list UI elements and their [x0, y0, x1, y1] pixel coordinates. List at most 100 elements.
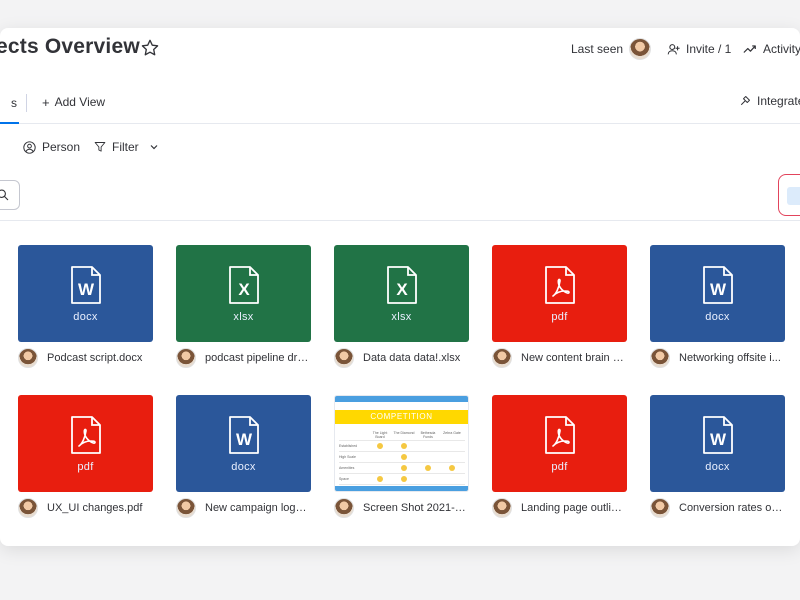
activity-button[interactable]: Activity [743, 36, 800, 62]
tab-main-table[interactable]: s [0, 96, 19, 124]
file-name[interactable]: UX_UI changes.pdf [47, 502, 151, 514]
file-name[interactable]: podcast pipeline dra... [205, 352, 309, 364]
file-meta: Networking offsite i... [650, 348, 785, 368]
highlighted-control[interactable] [778, 174, 800, 216]
file-name[interactable]: New campaign logo ... [205, 502, 309, 514]
file-name[interactable]: Screen Shot 2021-03... [363, 502, 467, 514]
app-window: ects Overview Last seen Invite / 1 Activ… [0, 28, 800, 546]
file-thumbnail[interactable]: pdf [18, 395, 153, 492]
last-seen-label: Last seen [571, 42, 624, 56]
file-card[interactable]: pdf New content brain d... [492, 245, 627, 385]
invite-button[interactable]: Invite / 1 [667, 36, 731, 62]
avatar[interactable] [650, 498, 670, 518]
file-thumbnail[interactable]: Wdocx [650, 395, 785, 492]
file-card[interactable]: Wdocx New campaign logo ... [176, 395, 311, 535]
thumb-row-label: Space [339, 477, 349, 481]
file-meta: Conversion rates out... [650, 498, 785, 518]
avatar[interactable] [650, 348, 670, 368]
file-card[interactable]: Xxlsx podcast pipeline dra... [176, 245, 311, 385]
file-card[interactable]: Wdocx Conversion rates out... [650, 395, 785, 535]
add-view-label: Add View [54, 95, 106, 109]
avatar[interactable] [18, 498, 38, 518]
check-dot-icon [401, 476, 407, 482]
file-name[interactable]: Conversion rates out... [679, 502, 783, 514]
file-extension-label: docx [705, 460, 730, 473]
thumb-table-row: Established [339, 441, 465, 452]
svg-text:W: W [709, 430, 726, 449]
tab-divider [26, 94, 27, 112]
thumb-title: COMPETITION [335, 410, 468, 424]
avatar[interactable] [334, 498, 354, 518]
file-extension-label: xlsx [391, 310, 412, 323]
person-add-icon [667, 43, 680, 54]
integrate-button[interactable]: Integrate [739, 94, 800, 108]
star-icon[interactable] [140, 38, 160, 58]
svg-text:W: W [709, 280, 726, 299]
check-dot-icon [377, 476, 383, 482]
thumb-table-row: Amenities [339, 463, 465, 474]
last-seen[interactable]: Last seen [571, 36, 652, 62]
activity-label: Activity [763, 42, 800, 56]
file-thumbnail[interactable]: pdf [492, 395, 627, 492]
file-extension-label: pdf [551, 460, 568, 473]
integrate-icon [740, 96, 750, 106]
file-extension-label: docx [73, 310, 98, 323]
file-thumbnail[interactable]: Wdocx [176, 395, 311, 492]
file-name[interactable]: Data data data!.xlsx [363, 352, 467, 364]
file-card[interactable]: Wdocx Networking offsite i... [650, 245, 785, 385]
thumb-column-label: Bethesda Funds [420, 431, 436, 439]
check-dot-icon [401, 454, 407, 460]
thumb-bottom-bar [335, 486, 468, 491]
board-title[interactable]: ects Overview [0, 35, 140, 59]
board-header: ects Overview Last seen Invite / 1 Activ… [0, 28, 800, 70]
file-meta: UX_UI changes.pdf [18, 498, 153, 518]
person-icon [23, 140, 36, 154]
xlsx-file-icon: X [228, 265, 259, 304]
file-meta: New content brain d... [492, 348, 627, 368]
check-dot-icon [425, 465, 431, 471]
file-meta: New campaign logo ... [176, 498, 311, 518]
filter-icon [94, 142, 106, 152]
file-meta: Landing page outlin... [492, 498, 627, 518]
activity-icon [743, 45, 756, 53]
file-thumbnail[interactable]: Wdocx [18, 245, 153, 342]
file-thumbnail[interactable]: pdf [492, 245, 627, 342]
file-thumbnail[interactable]: Xxlsx [334, 245, 469, 342]
chevron-down-icon [150, 145, 158, 150]
file-extension-label: docx [705, 310, 730, 323]
search-input[interactable] [0, 180, 20, 210]
file-extension-label: pdf [77, 460, 94, 473]
xlsx-file-icon: X [386, 265, 417, 304]
file-card[interactable]: pdf UX_UI changes.pdf [18, 395, 153, 535]
file-name[interactable]: Landing page outlin... [521, 502, 625, 514]
file-extension-label: docx [231, 460, 256, 473]
file-thumbnail[interactable]: COMPETITION The Light Board The Diamond Bet… [334, 395, 469, 492]
file-card[interactable]: pdf Landing page outlin... [492, 395, 627, 535]
docx-file-icon: W [228, 415, 259, 454]
avatar[interactable] [176, 498, 196, 518]
docx-file-icon: W [702, 415, 733, 454]
avatar[interactable] [492, 498, 512, 518]
toolbar-item-cut[interactable]: n [0, 140, 1, 154]
thumb-column-label: The Diamond [393, 431, 415, 435]
filter-button[interactable]: Filter [94, 140, 159, 154]
person-filter-button[interactable]: Person [23, 140, 80, 154]
avatar[interactable] [18, 348, 38, 368]
file-card[interactable]: Xxlsx Data data data!.xlsx [334, 245, 469, 385]
file-thumbnail[interactable]: Xxlsx [176, 245, 311, 342]
file-name[interactable]: Podcast script.docx [47, 352, 151, 364]
avatar[interactable] [334, 348, 354, 368]
thumb-table-row: High Scale [339, 452, 465, 463]
file-name[interactable]: New content brain d... [521, 352, 625, 364]
avatar[interactable] [176, 348, 196, 368]
add-view-button[interactable]: + Add View [42, 95, 105, 109]
file-thumbnail[interactable]: Wdocx [650, 245, 785, 342]
board-toolbar: n Person Filter [0, 138, 800, 160]
svg-text:W: W [235, 430, 252, 449]
thumb-column-label: The Light Board [372, 431, 388, 439]
file-name[interactable]: Networking offsite i... [679, 352, 783, 364]
file-card[interactable]: COMPETITION The Light Board The Diamond Bet… [334, 395, 469, 535]
avatar[interactable] [492, 348, 512, 368]
file-card[interactable]: Wdocx Podcast script.docx [18, 245, 153, 385]
check-dot-icon [401, 443, 407, 449]
